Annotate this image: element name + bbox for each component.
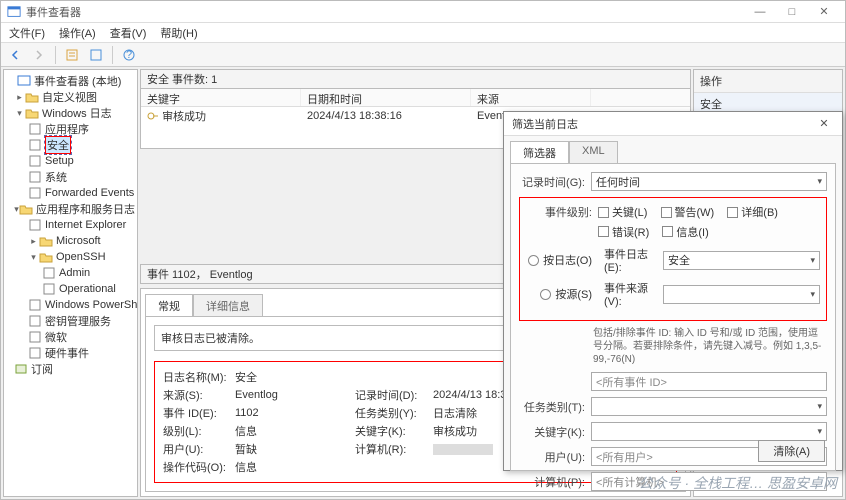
tab-general[interactable]: 常规	[145, 294, 193, 317]
tree-forwarded[interactable]: Forwarded Events	[6, 185, 135, 201]
events-header: 安全 事件数: 1	[140, 69, 691, 89]
tree-application[interactable]: 应用程序	[6, 121, 135, 137]
filter-dialog: 筛选当前日志 ✕ 筛选器 XML 记录时间(G): 任何时间▾ 事件级别: 关键…	[503, 111, 843, 471]
tree-admin[interactable]: Admin	[6, 265, 135, 281]
dialog-title: 筛选当前日志	[512, 116, 578, 132]
menubar: 文件(F) 操作(A) 查看(V) 帮助(H)	[1, 23, 845, 43]
tree-setup[interactable]: Setup	[6, 153, 135, 169]
tree-root[interactable]: 事件查看器 (本地)	[6, 73, 135, 89]
menu-view[interactable]: 查看(V)	[110, 25, 147, 41]
radio-by-log[interactable]	[528, 255, 539, 266]
tree-custom-views[interactable]: ▸自定义视图	[6, 89, 135, 105]
cb-critical[interactable]: 关键(L)	[598, 204, 647, 220]
cb-error[interactable]: 错误(R)	[598, 224, 649, 240]
tree-app-service-logs[interactable]: ▾应用程序和服务日志	[6, 201, 135, 217]
nav-tree[interactable]: 事件查看器 (本地) ▸自定义视图 ▾Windows 日志 应用程序 安全 Se…	[3, 69, 138, 497]
forward-button[interactable]	[29, 45, 49, 65]
logged-select[interactable]: 任何时间▾	[591, 172, 827, 191]
menu-file[interactable]: 文件(F)	[9, 25, 45, 41]
tree-powershell[interactable]: Windows PowerShell	[6, 297, 135, 313]
cb-verbose[interactable]: 详细(B)	[727, 204, 778, 220]
help-button[interactable]: ?	[119, 45, 139, 65]
tab-details[interactable]: 详细信息	[193, 294, 263, 317]
dialog-tab-xml[interactable]: XML	[569, 141, 618, 164]
actions-header: 操作	[694, 70, 842, 93]
titlebar: 事件查看器 — □ ✕	[1, 1, 845, 23]
event-sources-select[interactable]: ▾	[663, 285, 820, 304]
event-logs-select[interactable]: 安全▾	[663, 251, 820, 270]
col-source[interactable]: 来源	[471, 89, 591, 106]
list-header: 关键字 日期和时间 来源	[141, 89, 690, 107]
dialog-close-button[interactable]: ✕	[814, 117, 834, 130]
refresh-button[interactable]	[86, 45, 106, 65]
app-icon	[7, 5, 21, 19]
close-button[interactable]: ✕	[809, 3, 839, 21]
menu-action[interactable]: 操作(A)	[59, 25, 96, 41]
id-hint: 包括/排除事件 ID: 输入 ID 号和/或 ID 范围，使用逗号分隔。若要排除…	[593, 327, 827, 366]
clear-button[interactable]: 清除(A)	[758, 440, 825, 462]
back-button[interactable]	[5, 45, 25, 65]
cb-info[interactable]: 信息(I)	[662, 224, 708, 240]
tree-security[interactable]: 安全	[6, 137, 135, 153]
dialog-tab-filter[interactable]: 筛选器	[510, 141, 569, 164]
col-keywords[interactable]: 关键字	[141, 89, 301, 106]
menu-help[interactable]: 帮助(H)	[160, 25, 197, 41]
col-datetime[interactable]: 日期和时间	[301, 89, 471, 106]
tree-operational[interactable]: Operational	[6, 281, 135, 297]
tree-hardware[interactable]: 硬件事件	[6, 345, 135, 361]
minimize-button[interactable]: —	[745, 3, 775, 21]
tree-ie[interactable]: Internet Explorer	[6, 217, 135, 233]
task-category-select[interactable]: ▾	[591, 397, 827, 416]
maximize-button[interactable]: □	[777, 3, 807, 21]
window-title: 事件查看器	[26, 4, 745, 20]
tree-system[interactable]: 系统	[6, 169, 135, 185]
level-label: 事件级别:	[526, 204, 598, 220]
tree-openssh[interactable]: ▾OpenSSH	[6, 249, 135, 265]
tree-ms2[interactable]: 微软	[6, 329, 135, 345]
computer-input[interactable]: <所有计算机>	[591, 472, 827, 491]
tree-subscriptions[interactable]: 订阅	[6, 361, 135, 377]
keywords-select[interactable]: ▾	[591, 422, 827, 441]
tree-keymgmt[interactable]: 密钥管理服务	[6, 313, 135, 329]
event-ids-input[interactable]: <所有事件 ID>	[591, 372, 827, 391]
key-icon	[147, 110, 159, 122]
radio-by-source[interactable]	[540, 289, 551, 300]
show-tree-button[interactable]	[62, 45, 82, 65]
tree-microsoft[interactable]: ▸Microsoft	[6, 233, 135, 249]
cb-warning[interactable]: 警告(W)	[661, 204, 715, 220]
tree-windows-logs[interactable]: ▾Windows 日志	[6, 105, 135, 121]
toolbar: ?	[1, 43, 845, 67]
svg-text:?: ?	[126, 49, 132, 61]
logged-label: 记录时间(G):	[519, 174, 591, 190]
